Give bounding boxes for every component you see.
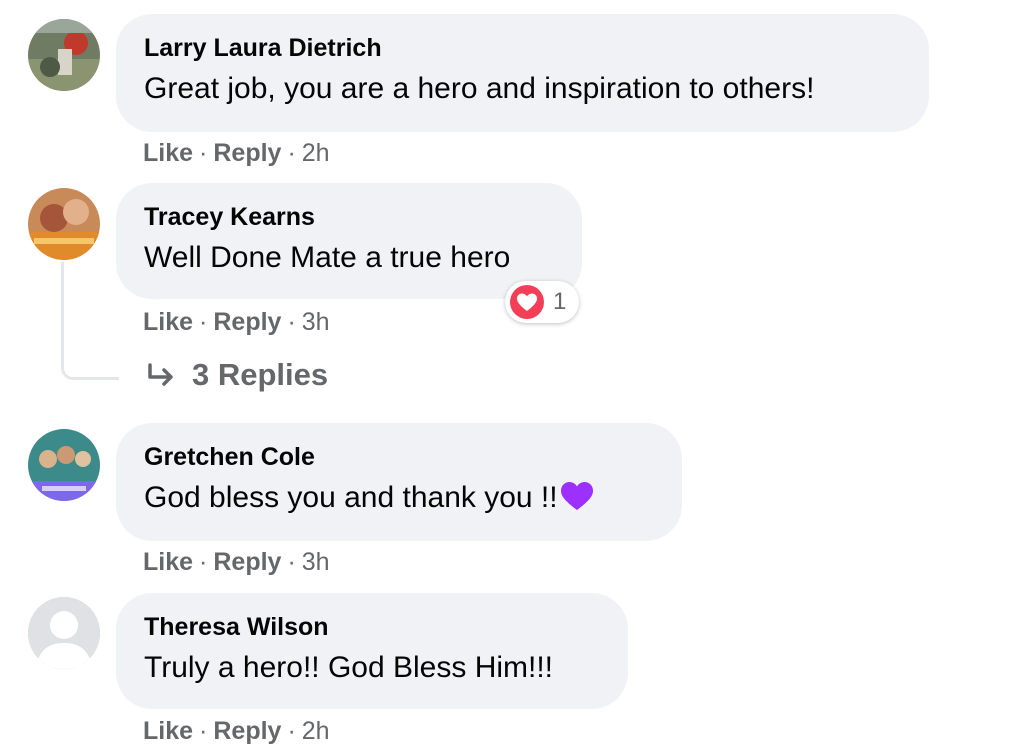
separator: ·: [287, 548, 296, 576]
comment-time[interactable]: 3h: [302, 308, 330, 336]
like-button[interactable]: Like: [143, 308, 193, 336]
comment-text: Great job, you are a hero and inspiratio…: [144, 72, 815, 105]
comment-author[interactable]: Theresa Wilson: [144, 613, 329, 642]
separator: ·: [199, 308, 208, 336]
love-reaction-icon: [509, 284, 545, 320]
comment-text: Well Done Mate a true hero: [144, 241, 511, 274]
comment-time[interactable]: 2h: [302, 717, 330, 745]
reply-button[interactable]: Reply: [213, 308, 281, 336]
comment-author[interactable]: Larry Laura Dietrich: [144, 34, 382, 63]
reply-button[interactable]: Reply: [213, 139, 281, 167]
like-button[interactable]: Like: [143, 717, 193, 745]
avatar[interactable]: [28, 429, 100, 501]
comment-bubble: Gretchen Cole God bless you and thank yo…: [116, 423, 682, 541]
comment-bubble: Tracey Kearns Well Done Mate a true hero: [116, 183, 582, 299]
separator: ·: [199, 717, 208, 745]
comment-author[interactable]: Gretchen Cole: [144, 443, 315, 472]
separator: ·: [287, 717, 296, 745]
comment-time[interactable]: 2h: [302, 139, 330, 167]
default-avatar-icon[interactable]: [28, 597, 100, 669]
avatar[interactable]: [28, 19, 100, 91]
like-button[interactable]: Like: [143, 548, 193, 576]
separator: ·: [199, 548, 208, 576]
view-replies-label[interactable]: 3 Replies: [192, 357, 328, 393]
comment-text: God bless you and thank you !!: [144, 481, 594, 515]
reply-arrow-icon: [146, 361, 178, 389]
comment-actions: Like · Reply · 3h: [143, 548, 330, 577]
purple-heart-emoji: [560, 481, 594, 511]
thread-connector-line: [61, 262, 119, 380]
comment-actions: Like · Reply · 2h: [143, 139, 330, 168]
reaction-count: 1: [553, 288, 567, 315]
reaction-summary[interactable]: 1: [505, 281, 579, 323]
avatar[interactable]: [28, 188, 100, 260]
comment-author[interactable]: Tracey Kearns: [144, 203, 315, 232]
separator: ·: [287, 139, 296, 167]
comment-bubble: Theresa Wilson Truly a hero!! God Bless …: [116, 593, 628, 709]
view-replies-link[interactable]: 3 Replies: [146, 357, 328, 393]
comment-actions: Like · Reply · 3h: [143, 308, 330, 337]
comment-text-content: God bless you and thank you !!: [144, 481, 558, 514]
reply-button[interactable]: Reply: [213, 548, 281, 576]
comment-text: Truly a hero!! God Bless Him!!!: [144, 651, 554, 684]
comment-bubble: Larry Laura Dietrich Great job, you are …: [116, 14, 929, 132]
comment-actions: Like · Reply · 2h: [143, 717, 330, 746]
comment-time[interactable]: 3h: [302, 548, 330, 576]
separator: ·: [287, 308, 296, 336]
reply-button[interactable]: Reply: [213, 717, 281, 745]
separator: ·: [199, 139, 208, 167]
like-button[interactable]: Like: [143, 139, 193, 167]
